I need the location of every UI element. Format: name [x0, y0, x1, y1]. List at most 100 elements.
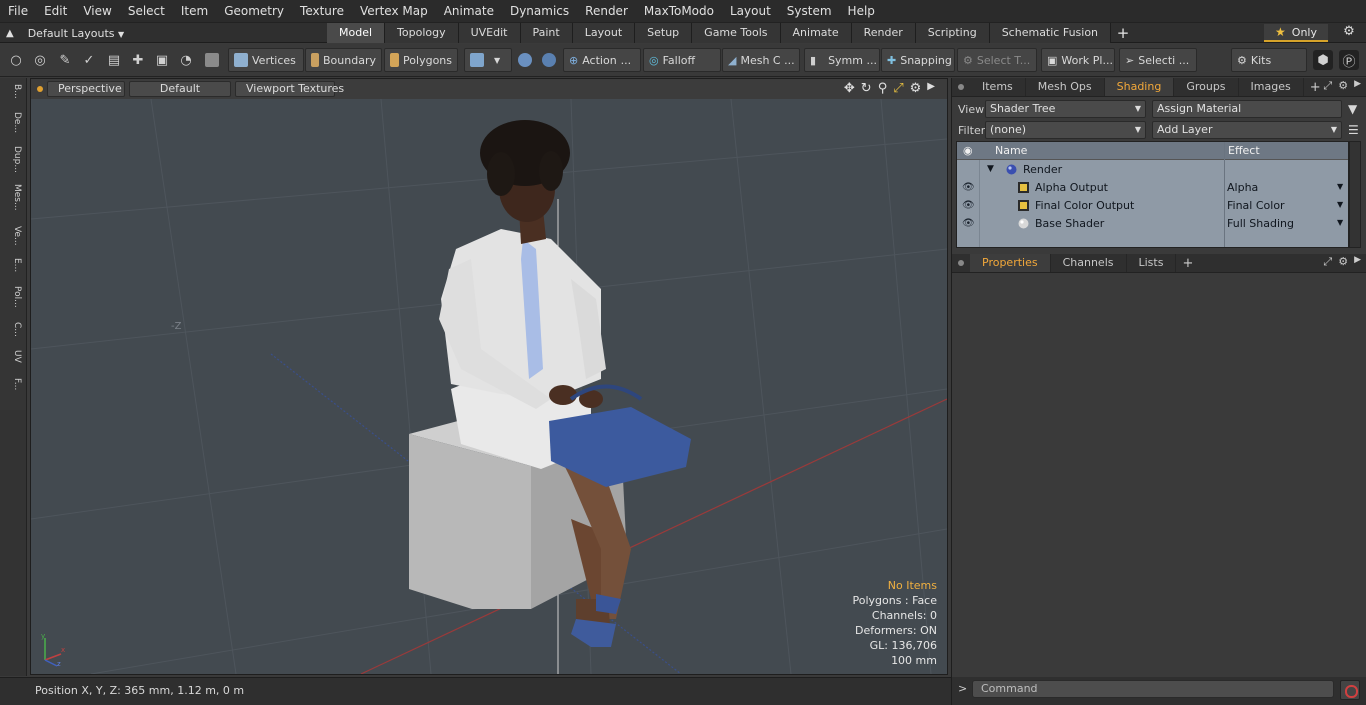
menu-vertex-map[interactable]: Vertex Map	[352, 0, 436, 22]
viewport-play-icon[interactable]: ▶	[927, 81, 935, 96]
list-options-icon[interactable]: ☰	[1348, 123, 1359, 137]
panel-gear-icon[interactable]: ⚙	[1338, 79, 1348, 93]
menu-geometry[interactable]: Geometry	[216, 0, 292, 22]
falloff-button[interactable]: ◎ Falloff	[643, 48, 721, 72]
filter-dropdown[interactable]: (none) ▼	[985, 121, 1146, 139]
assign-material-button[interactable]: Assign Material	[1152, 100, 1342, 118]
panel-play-icon[interactable]: ▶	[1354, 79, 1361, 93]
kits-button[interactable]: ⚙ Kits	[1231, 48, 1307, 72]
tab-animate[interactable]: Animate	[780, 23, 852, 43]
panel-expand-icon[interactable]: ⤢	[1323, 79, 1332, 93]
frame-icon[interactable]: ▣	[152, 50, 172, 70]
row-effect[interactable]: Full Shading	[1227, 217, 1294, 230]
add-layer-dropdown[interactable]: Add Layer ▼	[1152, 121, 1342, 139]
tab-schematic-fusion[interactable]: Schematic Fusion	[989, 23, 1112, 43]
tab-groups[interactable]: Groups	[1174, 78, 1239, 96]
clock-icon[interactable]: ◔	[176, 50, 196, 70]
tab-render[interactable]: Render	[851, 23, 916, 43]
menu-item[interactable]: Item	[173, 0, 216, 22]
snapping-button[interactable]: ✚ Snapping	[881, 48, 955, 72]
tab-uvedit[interactable]: UVEdit	[458, 23, 521, 43]
perspective-button[interactable]: Perspective	[47, 81, 125, 97]
brush-icon[interactable]: ✓	[79, 50, 99, 70]
menu-file[interactable]: File	[0, 0, 36, 22]
tab-paint[interactable]: Paint	[520, 23, 573, 43]
properties-expand-icon[interactable]: ⤢	[1323, 255, 1332, 269]
tab-layout[interactable]: Layout	[572, 23, 636, 43]
left-tab-mesh-edit[interactable]: Mes...	[4, 184, 22, 218]
left-tab-fusion[interactable]: F...	[4, 378, 22, 404]
column-name[interactable]: Name	[995, 144, 1027, 157]
action-button[interactable]: ⊕ Action ...	[563, 48, 641, 72]
select-through-button[interactable]: ⚙ Select T...	[957, 48, 1037, 72]
menu-maxtomodo[interactable]: MaxToModo	[636, 0, 722, 22]
globe-icon[interactable]: ◎	[30, 50, 50, 70]
expand-arrow-icon[interactable]: ▼	[987, 164, 994, 174]
collapse-arrow-icon[interactable]: ▲	[6, 28, 14, 39]
row-effect[interactable]: Alpha	[1227, 181, 1258, 194]
tab-channels[interactable]: Channels	[1051, 254, 1127, 272]
chevron-down-icon[interactable]: ▼	[1337, 218, 1343, 227]
add-tab-button[interactable]: +	[1111, 23, 1135, 43]
left-tab-duplicate[interactable]: Dup...	[4, 146, 22, 178]
table-row[interactable]: ▼ Render	[957, 161, 1348, 179]
selection-sets-button[interactable]: ➢ Selecti ...	[1119, 48, 1197, 72]
left-tab-basic[interactable]: B...	[4, 84, 22, 106]
maximize-icon[interactable]: ⤢	[893, 81, 903, 96]
table-row[interactable]: 👁 Final Color Output Final Color ▼	[957, 197, 1348, 215]
menu-texture[interactable]: Texture	[292, 0, 352, 22]
polygons-button[interactable]: Polygons	[384, 48, 458, 72]
tab-lists[interactable]: Lists	[1127, 254, 1177, 272]
rotate-icon[interactable]: ↻	[861, 81, 872, 96]
shader-tree-scrollbar[interactable]	[1349, 141, 1361, 248]
menu-select[interactable]: Select	[120, 0, 173, 22]
viewport-menu-dot[interactable]	[37, 86, 43, 92]
move-icon[interactable]: ✚	[128, 50, 148, 70]
menu-system[interactable]: System	[779, 0, 840, 22]
menu-animate[interactable]: Animate	[436, 0, 502, 22]
properties-gear-icon[interactable]: ⚙	[1338, 255, 1348, 269]
3d-viewport[interactable]: Perspective Default Viewport Textures ✥ …	[30, 78, 948, 675]
work-plane-button[interactable]: ▣ Work Pl...	[1041, 48, 1115, 72]
add-properties-tab-button[interactable]: +	[1176, 256, 1199, 271]
boundary-button[interactable]: Boundary	[305, 48, 382, 72]
viewport-textures-button[interactable]: Viewport Textures	[235, 81, 344, 97]
tab-items[interactable]: Items	[970, 78, 1026, 96]
align-icon[interactable]: ▤	[104, 50, 124, 70]
tab-model[interactable]: Model	[327, 23, 386, 43]
table-row[interactable]: 👁 Base Shader Full Shading ▼	[957, 215, 1348, 233]
command-input[interactable]: Command	[972, 680, 1334, 698]
menu-layout[interactable]: Layout	[722, 0, 779, 22]
gear-icon[interactable]: ⚙	[1339, 24, 1359, 42]
left-tab-uv[interactable]: UV	[4, 350, 22, 372]
left-tab-curve[interactable]: C...	[4, 322, 22, 344]
shading-style-button[interactable]: Default	[129, 81, 231, 97]
column-effect[interactable]: Effect	[1228, 144, 1260, 157]
mesh-constraint-button[interactable]: ◢ Mesh C ...	[722, 48, 800, 72]
unity-icon[interactable]: ⬢	[1313, 50, 1333, 70]
menu-dynamics[interactable]: Dynamics	[502, 0, 577, 22]
pen-icon[interactable]: ✎	[55, 50, 75, 70]
tab-properties[interactable]: Properties	[970, 254, 1051, 272]
pan-icon[interactable]: ✥	[844, 81, 855, 96]
menu-view[interactable]: View	[75, 0, 119, 22]
tab-images[interactable]: Images	[1239, 78, 1304, 96]
circle-select-icon[interactable]: ○	[6, 50, 26, 70]
cube-shade-icon[interactable]	[202, 50, 222, 70]
menu-render[interactable]: Render	[577, 0, 636, 22]
record-macro-icon[interactable]	[1340, 680, 1360, 700]
tab-scripting[interactable]: Scripting	[915, 23, 990, 43]
tab-game-tools[interactable]: Game Tools	[692, 23, 781, 43]
eye-icon[interactable]: 👁	[962, 218, 975, 229]
menu-edit[interactable]: Edit	[36, 0, 75, 22]
row-effect[interactable]: Final Color	[1227, 199, 1285, 212]
tab-setup[interactable]: Setup	[635, 23, 693, 43]
viewport-gear-icon[interactable]: ⚙	[910, 81, 922, 96]
shield-icon[interactable]	[515, 50, 535, 70]
panel-menu-dot[interactable]	[958, 84, 964, 90]
left-tab-polygon[interactable]: Pol...	[4, 286, 22, 316]
properties-menu-dot[interactable]	[958, 260, 964, 266]
layout-selector[interactable]: ▲ Default Layouts ▼	[6, 23, 124, 43]
tab-mesh-ops[interactable]: Mesh Ops	[1026, 78, 1105, 96]
eye-icon[interactable]: 👁	[962, 200, 975, 211]
